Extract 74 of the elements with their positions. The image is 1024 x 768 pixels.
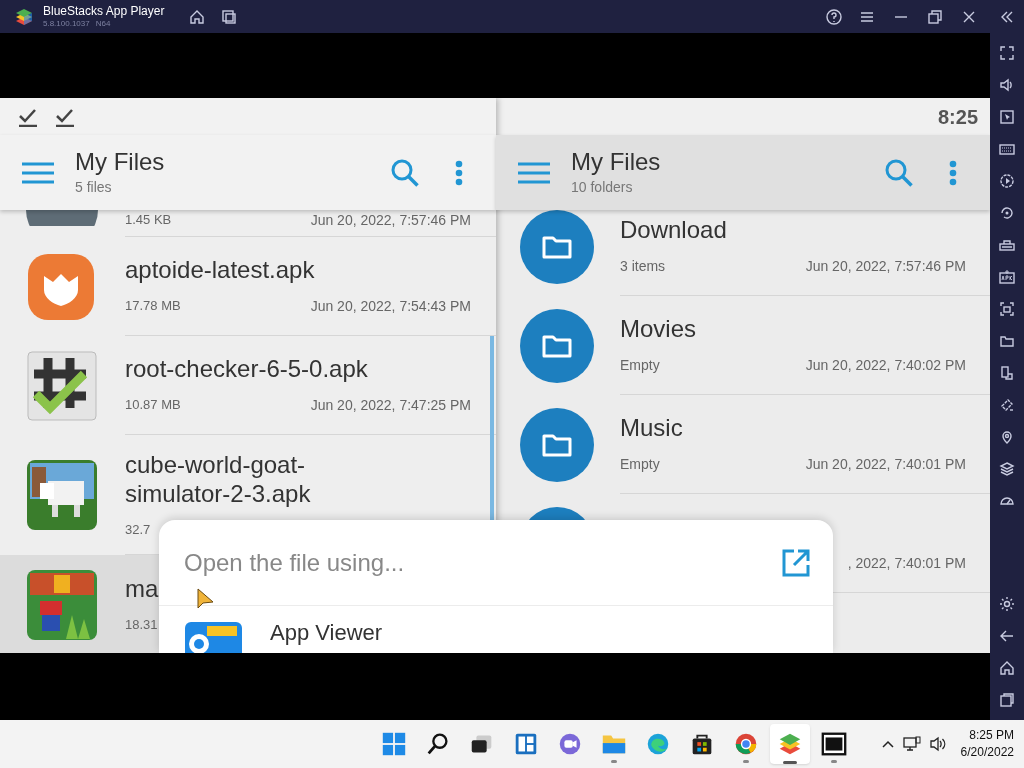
file-row[interactable]: root-checker-6-5-0.apk 10.87 MB Jun 20, 2022, 7:47:25 PM [0, 336, 496, 435]
archive-icon [820, 730, 848, 758]
file-row[interactable]: aptoide-latest.apk 17.78 MB Jun 20, 2022, 7:54:43 PM [0, 237, 496, 336]
dialog-title: Open the file using... [184, 547, 405, 578]
pointer-icon[interactable] [999, 109, 1015, 125]
settings-icon[interactable] [999, 596, 1015, 612]
file-size: 32.7 [125, 520, 151, 539]
file-name: ma [125, 573, 159, 603]
folder-info: 3 items [620, 257, 666, 276]
clock[interactable]: 8:25 PM 6/20/2022 [960, 727, 1014, 761]
file-size: 17.78 MB [125, 297, 181, 315]
version-label: 5.8.100.1037 [43, 20, 90, 28]
folder-icon[interactable] [999, 333, 1015, 349]
folder-icon [520, 308, 594, 383]
volume-icon[interactable] [928, 736, 947, 752]
file-size: 10.87 MB [125, 396, 181, 414]
location-icon[interactable] [999, 429, 1015, 445]
taskbar-button[interactable] [770, 724, 810, 764]
screenshot-icon[interactable] [999, 301, 1015, 317]
game-icon [26, 459, 98, 531]
status-clock: 8:25 [937, 104, 978, 130]
apk-install-icon[interactable] [999, 269, 1015, 285]
item-count: 5 files [75, 178, 113, 197]
home-icon[interactable] [189, 8, 206, 25]
folder-date: Jun 20, 2022, 7:40:02 PM [805, 356, 966, 375]
folder-date: , 2022, 7:40:01 PM [847, 554, 966, 573]
fullscreen-icon[interactable] [999, 45, 1015, 61]
play-circle-icon[interactable] [999, 173, 1015, 189]
layers-icon[interactable] [999, 461, 1015, 477]
file-name: cube-world-goat-simulator-2-3.apk [125, 449, 312, 508]
external-link-icon[interactable] [781, 547, 811, 578]
app-icon [26, 251, 96, 322]
help-icon[interactable] [825, 7, 843, 26]
folder-icon [520, 407, 594, 482]
window-title: BlueStacks App Player [43, 5, 165, 17]
file-icon [26, 210, 98, 226]
file-size: 18.31 [125, 615, 158, 634]
app-title: My Files [571, 147, 662, 177]
file-name: aptoide-latest.apk [125, 255, 315, 284]
file-date: Jun 20, 2022, 7:54:43 PM [310, 297, 471, 316]
folder-name: Movies [620, 314, 698, 343]
folder-name: Music [620, 413, 684, 442]
build-label: N64 [95, 20, 111, 28]
cursor-icon [197, 588, 215, 610]
more-options-icon[interactable] [455, 159, 463, 186]
app-option[interactable]: App Viewer [159, 606, 833, 653]
restore-icon[interactable] [927, 8, 943, 25]
keyboard-icon[interactable] [999, 141, 1015, 157]
folder-info: Empty [620, 455, 660, 474]
item-count: 10 folders [571, 178, 634, 197]
recent-apps-icon[interactable] [999, 692, 1015, 708]
multi-display-icon[interactable] [999, 365, 1015, 381]
game-icon [26, 568, 98, 641]
network-icon[interactable] [902, 736, 921, 752]
app-icon [26, 349, 98, 422]
file-name: root-checker-6-5-0.apk [125, 354, 368, 383]
start-icon [380, 730, 408, 758]
home-icon[interactable] [999, 660, 1015, 676]
file-date: Jun 20, 2022, 7:57:46 PM [310, 211, 471, 230]
folder-icon [520, 210, 594, 284]
app-title: My Files [75, 147, 166, 177]
search-icon[interactable] [390, 157, 420, 188]
folder-name: Download [620, 215, 728, 244]
file-size: 1.45 KB [125, 211, 172, 229]
back-icon[interactable] [999, 628, 1015, 644]
multi-instance-icon[interactable] [221, 8, 238, 25]
file-row[interactable]: 1.45 KB Jun 20, 2022, 7:57:46 PM [0, 210, 496, 237]
folder-date: Jun 20, 2022, 7:40:01 PM [805, 455, 966, 474]
rotate-icon[interactable] [999, 205, 1015, 221]
folder-info: Empty [620, 356, 660, 375]
menu-icon[interactable] [22, 161, 54, 184]
folder-date: Jun 20, 2022, 7:57:46 PM [805, 257, 966, 276]
file-date: Jun 20, 2022, 7:47:25 PM [310, 396, 471, 415]
volume-icon[interactable] [999, 77, 1015, 93]
